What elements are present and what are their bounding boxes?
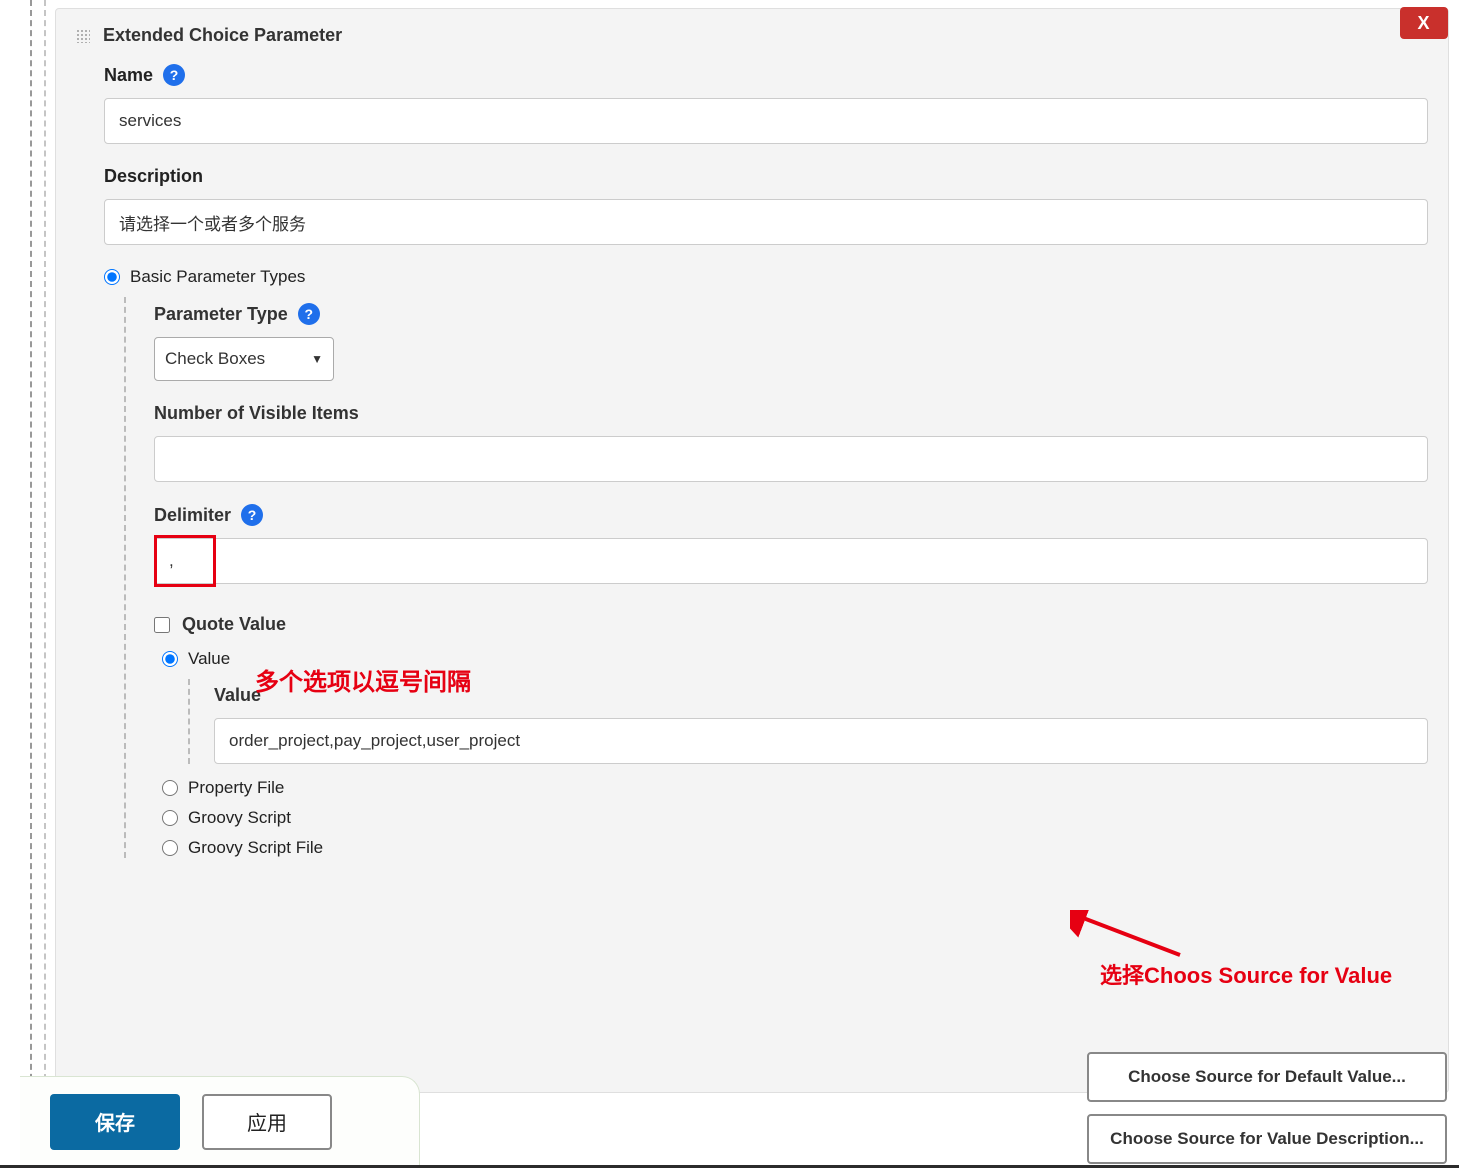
property-file-radio-row[interactable]: Property File bbox=[162, 778, 1428, 798]
basic-parameter-types-radio[interactable]: Basic Parameter Types bbox=[104, 267, 1428, 287]
groovy-script-radio[interactable] bbox=[162, 810, 178, 826]
property-file-radio[interactable] bbox=[162, 780, 178, 796]
groovy-script-radio-row[interactable]: Groovy Script bbox=[162, 808, 1428, 828]
delimiter-wrapper bbox=[154, 538, 1428, 584]
help-icon[interactable]: ? bbox=[163, 64, 185, 86]
value-radio-row[interactable]: Value bbox=[162, 649, 1428, 669]
groovy-script-file-radio-row[interactable]: Groovy Script File bbox=[162, 838, 1428, 858]
parameter-type-label-row: Parameter Type ? bbox=[154, 303, 1428, 325]
drag-handle-icon[interactable] bbox=[76, 29, 90, 43]
value-input[interactable] bbox=[214, 718, 1428, 764]
outer-dashed-border-2 bbox=[44, 0, 48, 1090]
description-label: Description bbox=[104, 166, 203, 187]
panel-title: Extended Choice Parameter bbox=[76, 25, 1428, 46]
choose-default-value-button[interactable]: Choose Source for Default Value... bbox=[1087, 1052, 1447, 1102]
delimiter-label-row: Delimiter ? bbox=[154, 504, 1428, 526]
apply-button[interactable]: 应用 bbox=[202, 1094, 332, 1150]
property-file-label: Property File bbox=[188, 778, 284, 798]
right-button-group: Choose Source for Default Value... Choos… bbox=[1087, 1052, 1447, 1164]
bottom-action-bar: 保存 应用 bbox=[20, 1076, 420, 1168]
close-button[interactable]: X bbox=[1400, 7, 1448, 39]
groovy-script-file-radio[interactable] bbox=[162, 840, 178, 856]
annotation-red-box bbox=[154, 535, 216, 587]
groovy-script-file-label: Groovy Script File bbox=[188, 838, 323, 858]
quote-value-checkbox[interactable] bbox=[154, 617, 170, 633]
basic-parameter-types-radio-input[interactable] bbox=[104, 269, 120, 285]
basic-param-nested: Parameter Type ? Check Boxes ▼ Number of… bbox=[124, 297, 1428, 858]
delimiter-label: Delimiter bbox=[154, 505, 231, 526]
chevron-down-icon: ▼ bbox=[311, 352, 323, 366]
num-visible-input[interactable] bbox=[154, 436, 1428, 482]
value-nested: Value bbox=[188, 679, 1428, 764]
quote-value-label: Quote Value bbox=[182, 614, 286, 635]
quote-value-row[interactable]: Quote Value bbox=[154, 614, 1428, 635]
description-input[interactable] bbox=[104, 199, 1428, 245]
num-visible-label: Number of Visible Items bbox=[154, 403, 1428, 424]
extended-choice-panel: X Extended Choice Parameter Name ? Descr… bbox=[55, 8, 1449, 1093]
name-input[interactable] bbox=[104, 98, 1428, 144]
help-icon[interactable]: ? bbox=[298, 303, 320, 325]
help-icon[interactable]: ? bbox=[241, 504, 263, 526]
description-label-row: Description bbox=[104, 166, 1428, 187]
parameter-type-label: Parameter Type bbox=[154, 304, 288, 325]
choose-value-description-button[interactable]: Choose Source for Value Description... bbox=[1087, 1114, 1447, 1164]
parameter-type-selected: Check Boxes bbox=[165, 349, 265, 369]
outer-dashed-border bbox=[30, 0, 34, 1100]
name-label-row: Name ? bbox=[104, 64, 1428, 86]
value-field-label: Value bbox=[214, 685, 1428, 706]
delimiter-input[interactable] bbox=[154, 538, 1428, 584]
groovy-script-label: Groovy Script bbox=[188, 808, 291, 828]
value-radio[interactable] bbox=[162, 651, 178, 667]
parameter-type-select[interactable]: Check Boxes ▼ bbox=[154, 337, 334, 381]
name-label: Name bbox=[104, 65, 153, 86]
panel-title-text: Extended Choice Parameter bbox=[103, 25, 342, 45]
save-button[interactable]: 保存 bbox=[50, 1094, 180, 1150]
value-radio-label: Value bbox=[188, 649, 230, 669]
basic-parameter-types-label: Basic Parameter Types bbox=[130, 267, 305, 287]
